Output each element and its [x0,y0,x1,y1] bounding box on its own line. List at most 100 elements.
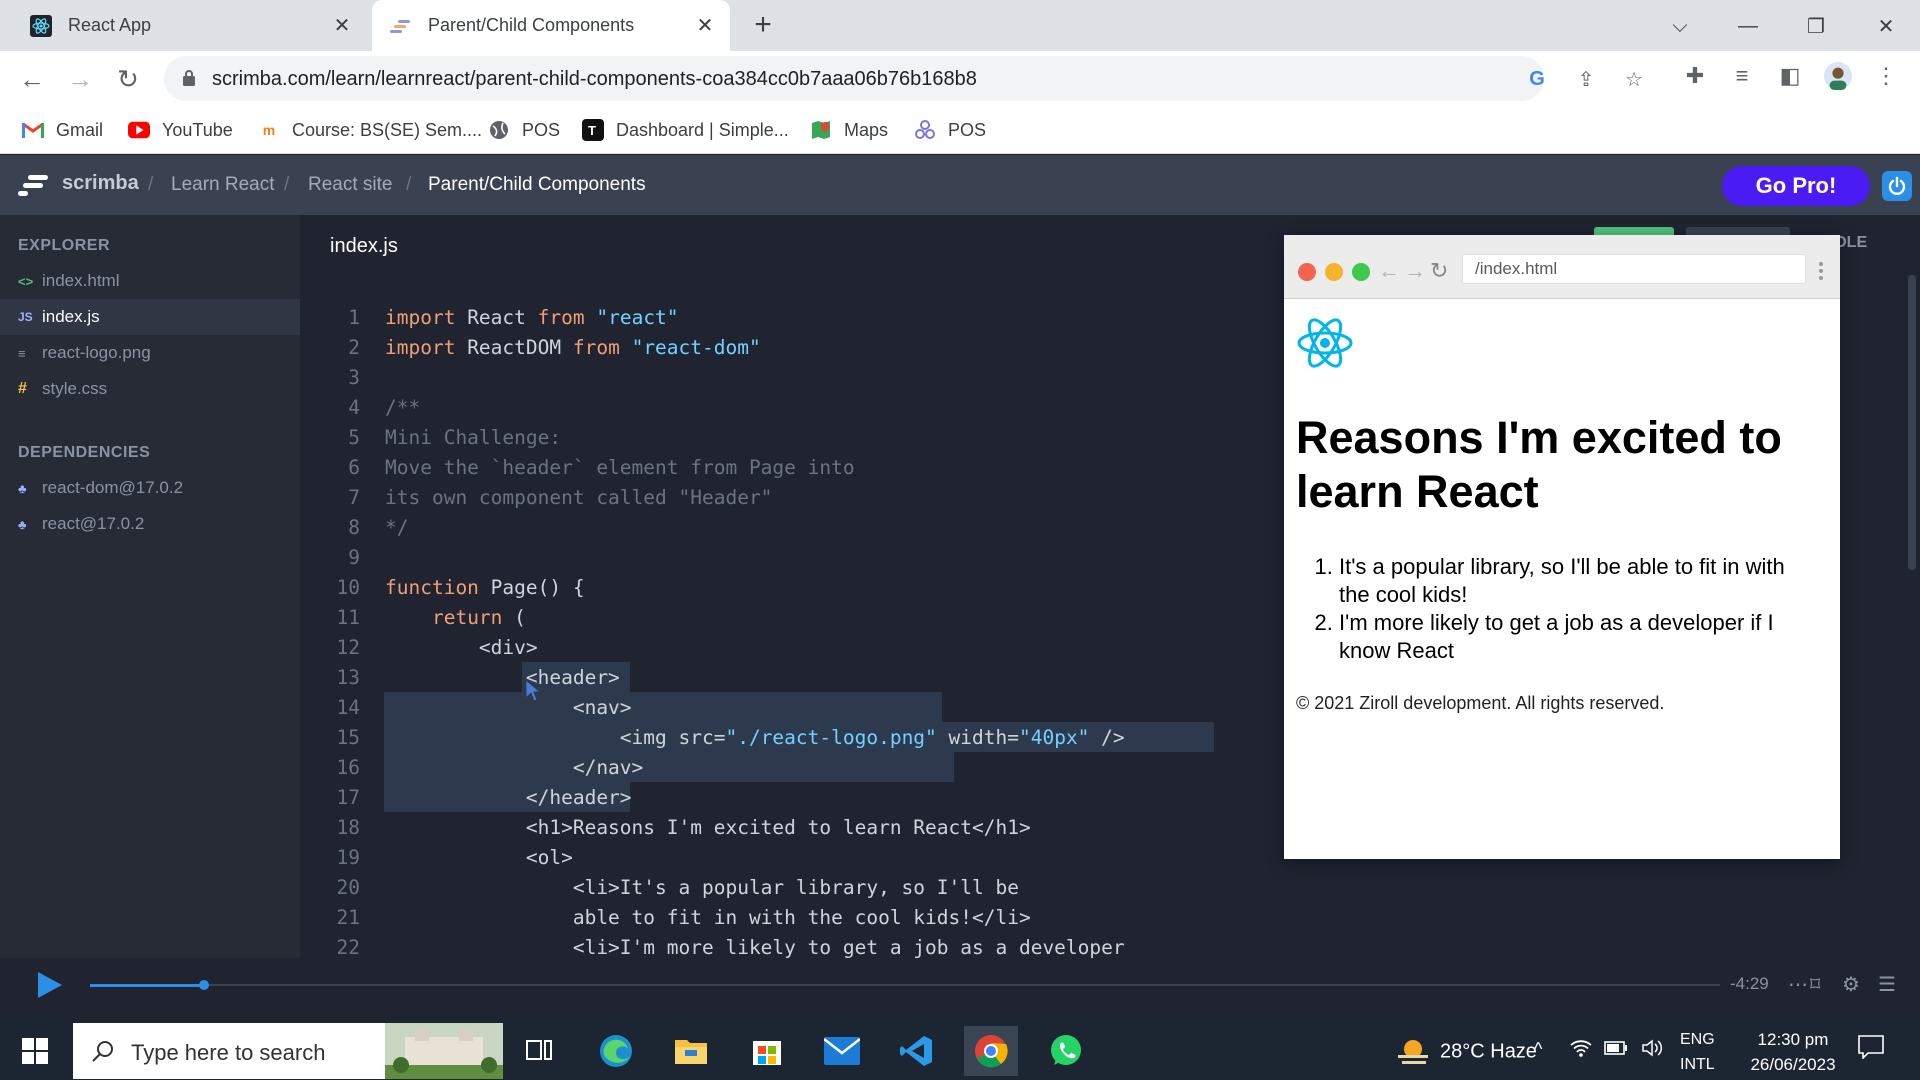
preview-forward-icon[interactable]: → [1404,258,1426,284]
taskbar-search[interactable]: Type here to search [73,1023,503,1079]
html-file-icon: <> [18,273,34,289]
google-icon[interactable]: G [1525,67,1549,91]
bookmark-youtube[interactable]: YouTube [128,116,233,144]
breadcrumb-separator: / [406,174,412,195]
react-icon [30,14,52,37]
mail-icon[interactable] [815,1026,869,1076]
preview-toolbar: ← → ↻ /index.html [1284,235,1840,299]
progress-track[interactable] [90,980,1720,990]
close-icon[interactable]: ✕ [331,14,353,37]
dependency-react-dom[interactable]: ♣ react-dom@17.0.2 [0,470,300,506]
file-index-js[interactable]: JS index.js [0,299,300,335]
dependency-react[interactable]: ♣ react@17.0.2 [0,506,300,542]
edge-icon[interactable] [589,1026,643,1076]
minimize-icon[interactable]: — [1728,8,1768,44]
forward-icon[interactable]: → [64,63,96,95]
breadcrumb-current: Parent/Child Components [428,174,646,195]
extensions-icon[interactable]: ✚ [1681,62,1709,90]
show-hidden-icons-icon[interactable]: ^ [1534,1039,1542,1060]
windows-start-icon[interactable] [22,1038,48,1064]
haze-icon [1398,1040,1428,1064]
avatar[interactable] [1824,62,1852,90]
preview-url-input[interactable]: /index.html [1462,254,1806,284]
new-tab-button[interactable]: + [748,10,778,40]
globe-icon [488,119,510,141]
preview-menu-icon[interactable] [1818,261,1824,281]
breadcrumb-learn-react[interactable]: Learn React [171,174,275,196]
list-menu-icon[interactable]: ☰ [1878,972,1896,997]
side-panel-icon[interactable]: ◧ [1776,62,1804,90]
vscode-icon[interactable] [890,1026,944,1076]
scrimba-icon [390,15,412,37]
language-indicator[interactable]: ENG INTL [1680,1027,1715,1077]
media-icon[interactable]: ≡ [1728,62,1756,90]
tab-react-app[interactable]: React App ✕ [12,0,367,51]
share-icon[interactable]: ⇪ [1574,67,1598,91]
dependencies-title: DEPENDENCIES [18,444,151,461]
bookmark-pos-2[interactable]: POS [914,116,986,144]
file-explorer: EXPLORER <> index.html JS index.js ≡ rea… [0,215,300,1021]
bookmark-maps[interactable]: Maps [810,116,888,144]
breadcrumb-separator: / [284,174,290,195]
bookmark-gmail[interactable]: Gmail [22,116,103,144]
bookmark-course[interactable]: m Course: BS(SE) Sem.... [258,116,482,144]
tab-search-icon[interactable]: ⌵ [1660,8,1700,44]
moodle-icon: m [262,122,276,138]
reload-icon[interactable]: ↻ [112,63,144,95]
tab-parent-child[interactable]: Parent/Child Components ✕ [372,0,730,51]
close-dot-icon [1298,263,1316,281]
breadcrumb-react-site[interactable]: React site [308,174,392,196]
microsoft-store-icon[interactable] [740,1026,794,1076]
chrome-icon[interactable] [964,1026,1018,1076]
preview-back-icon[interactable]: ← [1378,258,1400,284]
gmail-icon [22,119,44,141]
scrimba-logo-icon[interactable] [18,173,50,197]
wifi-icon[interactable] [1570,1039,1592,1062]
preview-heading: Reasons I'm excited to learn React [1296,412,1782,517]
settings-gear-icon[interactable]: ⚙ [1842,972,1860,997]
url-text: scrimba.com/learn/learnreact/parent-chil… [212,68,977,90]
bookmark-pos[interactable]: POS [488,116,560,144]
list-item: It's a popular library, so I'll be able … [1339,553,1819,609]
star-icon[interactable]: ☆ [1622,67,1646,91]
go-pro-button[interactable]: Go Pro! [1722,166,1870,206]
editor-scrollbar[interactable] [1908,275,1916,570]
file-react-logo[interactable]: ≡ react-logo.png [0,335,300,371]
system-clock[interactable]: 12:30 pm 26/06/2023 [1738,1027,1848,1077]
whatsapp-icon[interactable] [1039,1026,1093,1076]
file-style-css[interactable]: # style.css [0,371,300,407]
preview-reload-icon[interactable]: ↻ [1430,258,1448,284]
restore-icon[interactable]: ❐ [1796,8,1836,44]
remaining-time: -4:29 [1730,974,1769,993]
volume-icon[interactable] [1642,1039,1664,1062]
address-bar[interactable]: scrimba.com/learn/learnreact/parent-chil… [164,56,1643,101]
close-window-icon[interactable]: ✕ [1866,8,1906,44]
notifications-icon[interactable] [1858,1035,1884,1064]
file-index-html[interactable]: <> index.html [0,263,300,299]
more-icon[interactable]: ⋯ [1788,972,1808,997]
play-icon[interactable] [36,970,64,1000]
search-highlight-illustration-icon [385,1023,503,1079]
file-explorer-icon[interactable] [664,1026,718,1076]
weather-widget[interactable]: 28°C Haze [1396,1037,1537,1067]
package-icon: ♣ [18,516,27,532]
task-view-icon[interactable] [512,1026,566,1076]
bookmark-icon[interactable]: ⌑ [1810,972,1820,997]
image-file-icon: ≡ [18,345,26,361]
bookmarks-bar: Gmail YouTube m Course: BS(SE) Sem.... P… [0,106,1920,154]
menu-icon[interactable]: ⋮ [1872,62,1900,90]
preview-tab-indicator[interactable] [1686,227,1790,235]
lock-icon [183,70,195,86]
scrimba-brand[interactable]: scrimba [62,172,139,195]
power-icon[interactable] [1882,171,1912,201]
minimize-dot-icon [1325,263,1343,281]
run-tab-indicator[interactable] [1594,227,1674,235]
battery-icon[interactable] [1604,1039,1628,1060]
scrimba-header: scrimba / Learn React / React site / Par… [0,155,1920,215]
dashboard-icon: T [582,119,604,141]
bookmark-dashboard[interactable]: T Dashboard | Simple... [582,116,789,144]
close-icon[interactable]: ✕ [694,14,716,37]
back-icon[interactable]: ← [16,63,48,95]
search-icon [92,1041,113,1062]
progress-handle[interactable] [199,980,210,990]
